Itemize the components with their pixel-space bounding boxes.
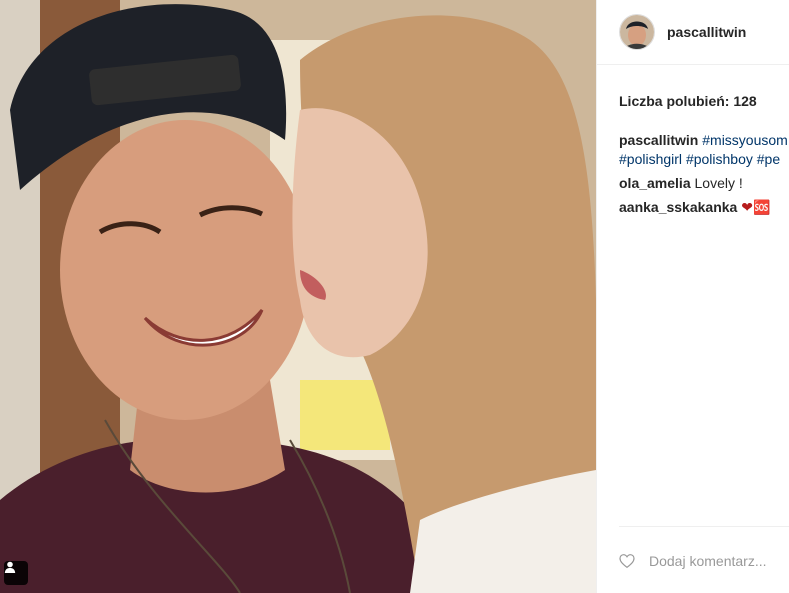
person-icon xyxy=(4,561,16,573)
instagram-post: pascallitwin Liczba polubień: 128 pascal… xyxy=(0,0,789,593)
comment-item: ola_amelia Lovely ! xyxy=(619,174,789,193)
post-sidebar: pascallitwin Liczba polubień: 128 pascal… xyxy=(596,0,789,593)
hashtag-link[interactable]: #missyousom xyxy=(702,132,788,148)
avatar[interactable] xyxy=(619,14,655,50)
hashtag-link[interactable]: #polishboy xyxy=(686,151,753,167)
hashtag-link[interactable]: #polishgirl xyxy=(619,151,682,167)
comment-text: Lovely ! xyxy=(694,175,743,191)
comment-author[interactable]: aanka_sskakanka xyxy=(619,199,737,215)
post-photo[interactable] xyxy=(0,0,596,593)
comment-item: aanka_sskakanka ❤🆘 xyxy=(619,198,789,217)
comment-bar xyxy=(619,526,789,593)
avatar-image xyxy=(620,15,654,49)
username-link[interactable]: pascallitwin xyxy=(667,24,746,40)
caption-author[interactable]: pascallitwin xyxy=(619,132,698,148)
post-header: pascallitwin xyxy=(597,0,789,65)
heart-outline-icon[interactable] xyxy=(619,550,635,572)
likes-count[interactable]: Liczba polubień: 128 xyxy=(619,93,757,109)
tagged-people-badge[interactable] xyxy=(4,561,28,585)
comment-author[interactable]: ola_amelia xyxy=(619,175,691,191)
add-comment-input[interactable] xyxy=(649,552,789,569)
hashtag-link[interactable]: #pe xyxy=(757,151,780,167)
selfie-illustration xyxy=(0,0,596,593)
comment-text: ❤🆘 xyxy=(741,199,771,215)
comments-list: pascallitwin #missyousom #polishgirl #po… xyxy=(619,131,789,222)
caption: pascallitwin #missyousom #polishgirl #po… xyxy=(619,131,789,169)
